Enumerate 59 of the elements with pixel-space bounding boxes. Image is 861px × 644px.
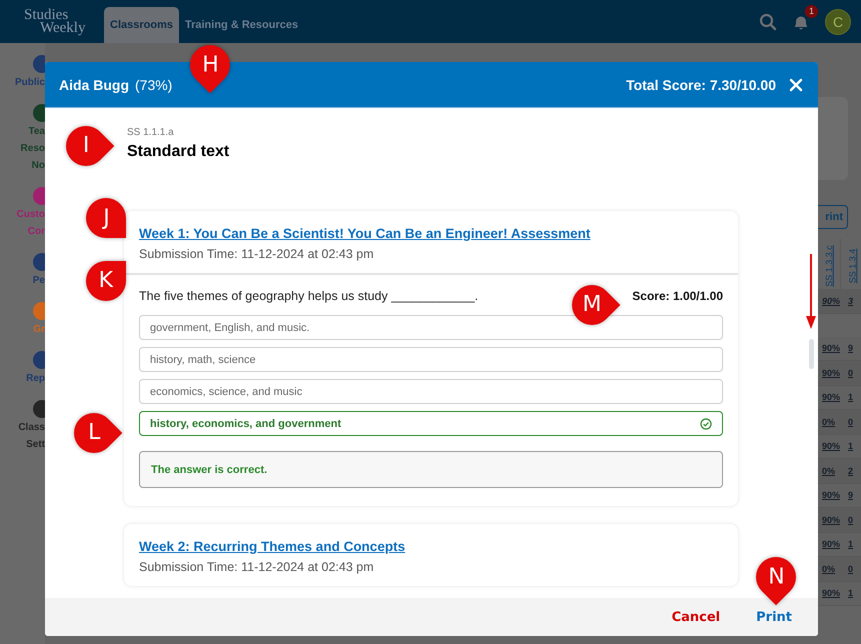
user-avatar[interactable]: C: [825, 8, 851, 34]
total-score: Total Score: 7.30/10.00: [626, 76, 776, 92]
student-percent: (73%): [135, 76, 172, 92]
table-cell-text: 90%: [821, 366, 842, 380]
table-cell-text: 0: [847, 562, 854, 576]
close-button[interactable]: [788, 76, 804, 92]
table-cell-text: 1: [847, 587, 854, 600]
sidebar-label[interactable]: Public: [14, 76, 45, 90]
sidebar-label[interactable]: No: [32, 159, 45, 173]
sidebar-label[interactable]: Pe: [32, 274, 45, 288]
submission-time: Submission Time: 11-12-2024 at 02:43 pm: [139, 247, 375, 261]
table-cell-text: 90%: [821, 440, 842, 454]
sidebar-label[interactable]: Reso: [20, 142, 45, 156]
logo: Studies Weekly: [24, 8, 86, 34]
answer-option[interactable]: economics, science, and music: [139, 379, 723, 404]
answer-option[interactable]: government, English, and music.: [139, 315, 723, 340]
table-cell-text: 1: [847, 391, 854, 404]
table-cell-text: 0: [847, 416, 854, 429]
table-cell-text: 90%: [821, 587, 842, 600]
standard-code: SS 1.1.1.a: [127, 127, 175, 138]
assignment-link[interactable]: Week 2: Recurring Themes and Concepts: [139, 539, 406, 554]
scrollbar-thumb[interactable]: [809, 339, 814, 369]
table-cell-text: 90%: [821, 294, 842, 308]
table-cell-text: 90%: [821, 514, 842, 527]
table-cell-text: 90%: [821, 538, 842, 552]
cancel-button[interactable]: Cancel: [672, 610, 720, 624]
table-cell-text: 3: [847, 294, 854, 308]
assignment-link[interactable]: Week 1: You Can Be a Scientist! You Can Be an Engineer! Assessment: [139, 226, 590, 241]
answer-feedback: The answer is correct.: [139, 451, 723, 488]
notification-badge: 1: [805, 4, 818, 18]
table-cell-text: 1: [847, 538, 854, 552]
sidebar-label[interactable]: Class: [18, 421, 45, 435]
check-circle-icon: [700, 418, 712, 430]
table-cell-text: 0%: [821, 562, 836, 576]
search-icon[interactable]: [759, 12, 777, 30]
question-score: Score: 1.00/1.00: [632, 289, 723, 303]
answer-option[interactable]: history, economics, and government: [139, 411, 723, 436]
submission-time: Submission Time: 11-12-2024 at 02:43 pm: [139, 560, 375, 574]
question-text: The five themes of geography helps us study ____________.: [139, 289, 478, 303]
table-cell-text: 0%: [821, 464, 836, 478]
table-cell-text: 0%: [821, 416, 836, 429]
table-cell-text: 90%: [821, 489, 842, 502]
sidebar-label[interactable]: Rep: [26, 372, 45, 386]
table-cell-text: 2: [847, 464, 854, 478]
print-button[interactable]: Print: [756, 610, 792, 624]
sidebar-label[interactable]: Gr: [33, 323, 45, 337]
standard-title: Standard text: [127, 143, 230, 161]
student-name: Aida Bugg: [59, 76, 129, 92]
sidebar-label[interactable]: Sett: [26, 438, 45, 452]
table-cell-text: 9: [847, 342, 854, 356]
table-cell-text: 0: [847, 514, 854, 527]
nav-tab[interactable]: Classrooms: [104, 7, 179, 43]
sidebar-label[interactable]: Tea: [28, 125, 45, 139]
table-cell-text: 90%: [821, 342, 842, 356]
table-cell-text: 90%: [821, 391, 842, 404]
table-cell-text: 1: [847, 440, 854, 454]
answer-option[interactable]: history, math, science: [139, 347, 723, 372]
table-cell-text: 9: [847, 489, 854, 502]
table-cell-text: 0: [847, 366, 854, 380]
